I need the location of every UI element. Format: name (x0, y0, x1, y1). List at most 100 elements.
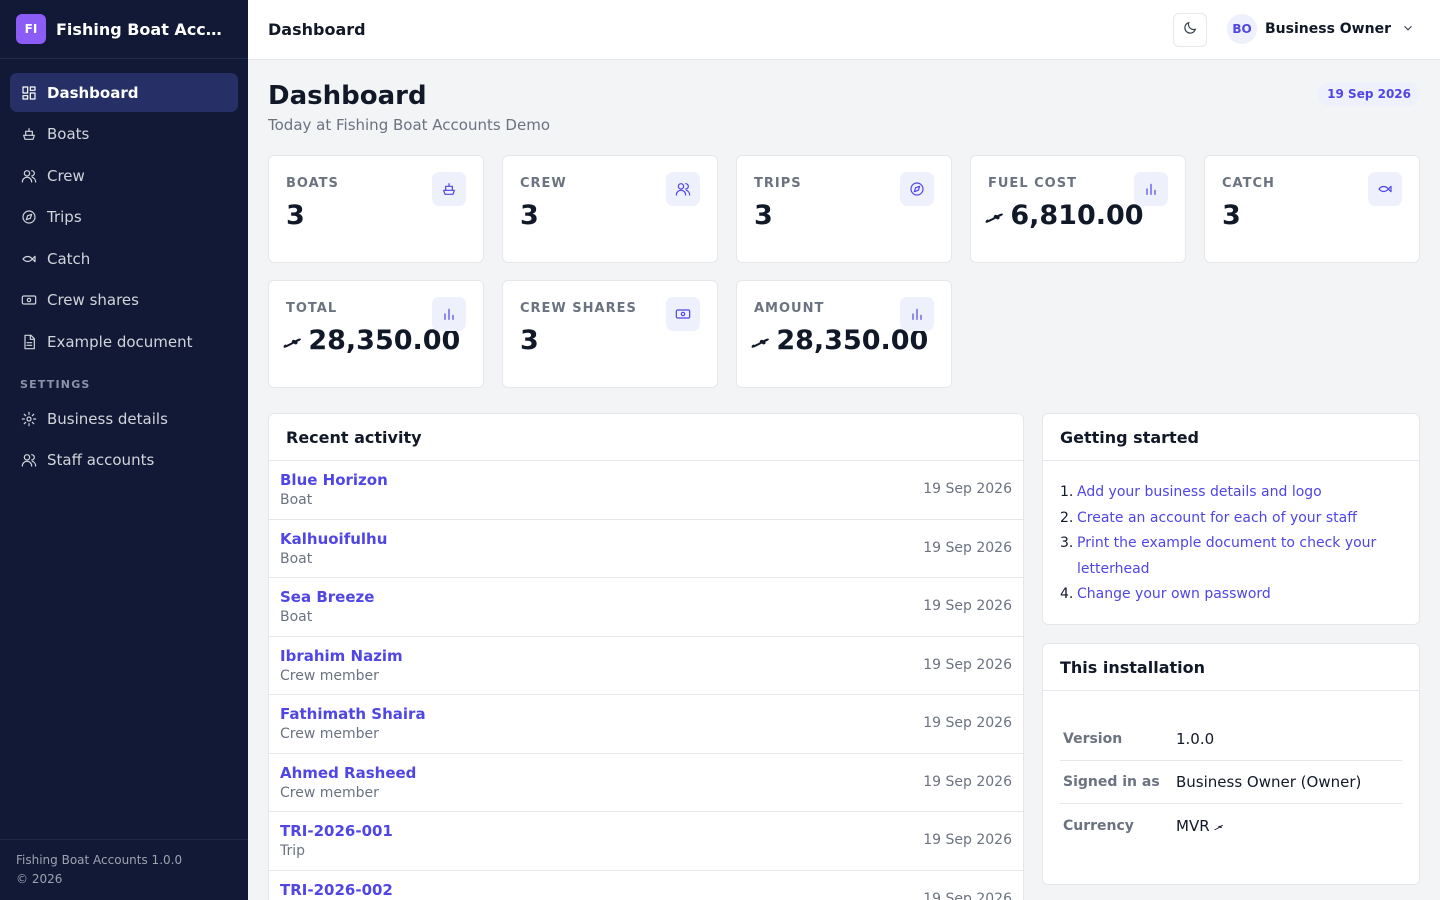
sidebar-item-label: Trips (47, 208, 82, 227)
activity-date: 19 Sep 2026 (923, 890, 1012, 900)
installation-value: 1.0.0 (1176, 730, 1215, 748)
activity-type: Crew member (280, 784, 379, 801)
sidebar-footer: Fishing Boat Accounts 1.0.0 © 2026 (0, 839, 248, 900)
gear-icon (20, 410, 37, 427)
users-icon (20, 452, 37, 469)
sidebar-item-label: Crew (47, 166, 85, 185)
list-item: 1. Add your business details and logo (1060, 480, 1402, 506)
sidebar-item-label: Boats (47, 125, 90, 144)
sidebar-item-label: Dashboard (47, 83, 139, 102)
activity-date: 19 Sep 2026 (923, 539, 1012, 556)
step-link-staff-accounts[interactable]: Create an account for each of your staff (1077, 506, 1357, 532)
stat-value: 6,810.00 (1010, 200, 1144, 231)
sidebar-item-business-details[interactable]: Business details (10, 399, 238, 438)
panel-title: Getting started (1043, 414, 1419, 461)
chevron-down-icon (1401, 20, 1415, 39)
step-link-change-password[interactable]: Change your own password (1077, 582, 1271, 608)
stat-card-trips: TRIPS 3 (736, 155, 952, 263)
page-subtitle: Today at Fishing Boat Accounts Demo (268, 116, 551, 134)
sidebar-item-dashboard[interactable]: Dashboard (10, 73, 238, 112)
activity-date: 19 Sep 2026 (923, 773, 1012, 790)
currency-symbol: ރ (280, 327, 306, 355)
user-name: Business Owner (1265, 21, 1391, 37)
moon-icon (1182, 20, 1198, 40)
fish-icon (20, 250, 37, 267)
activity-link[interactable]: Kalhuoifulhu (280, 530, 387, 548)
installation-value: Business Owner (Owner) (1176, 773, 1362, 791)
compass-icon (20, 209, 37, 226)
installation-table: Version 1.0.0 Signed in as Business Owne… (1043, 691, 1419, 847)
sidebar-item-staff-accounts[interactable]: Staff accounts (10, 441, 238, 480)
activity-type: Crew member (280, 726, 379, 742)
table-row: Signed in as Business Owner (Owner) (1060, 761, 1402, 804)
document-icon (20, 334, 37, 351)
activity-date: 19 Sep 2026 (923, 598, 1012, 614)
activity-row: Fathimath Shaira Crew member 19 Sep 2026 (269, 695, 1023, 754)
brand-name: Fishing Boat Accounts Demo (56, 19, 228, 39)
activity-type: Boat (280, 609, 313, 625)
stat-card-crew-shares: CREW SHARES 3 (502, 280, 718, 388)
installation-key: Version (1063, 731, 1123, 747)
stat-card-catch: CATCH 3 (1204, 155, 1420, 263)
panel-title: This installation (1043, 644, 1419, 691)
activity-link[interactable]: Fathimath Shaira (280, 705, 426, 723)
sidebar-item-crew-shares[interactable]: Crew shares (10, 281, 238, 320)
footer-version: Fishing Boat Accounts 1.0.0 (16, 853, 183, 867)
bar-chart-icon (432, 297, 466, 331)
user-menu[interactable]: BO Business Owner (1227, 14, 1415, 44)
list-item: 3. Print the example document to check yo… (1060, 531, 1402, 582)
page-title: Dashboard (268, 81, 427, 111)
step-link-business-details[interactable]: Add your business details and logo (1077, 480, 1322, 506)
activity-link[interactable]: Ahmed Rasheed (280, 764, 416, 782)
activity-link[interactable]: Ibrahim Nazim (280, 647, 403, 665)
installation-key: Currency (1063, 817, 1134, 834)
sidebar-item-catch[interactable]: Catch (10, 239, 238, 278)
installation-panel: This installation Version 1.0.0 Signed i… (1042, 643, 1420, 885)
activity-link[interactable]: Blue Horizon (280, 471, 388, 489)
banknote-icon (666, 297, 700, 331)
list-item: 4. Change your own password (1060, 582, 1402, 608)
stat-card-amount: AMOUNT ރ 28,350.00 (736, 280, 952, 388)
activity-row: TRI-2026-001 Trip 19 Sep 2026 (269, 812, 1023, 871)
topbar-title: Dashboard (268, 20, 366, 39)
sidebar: FI Fishing Boat Accounts Demo Dashboard … (0, 0, 248, 900)
boat-icon (20, 126, 37, 143)
stat-card-fuel-cost: FUEL COST ރ 6,810.00 (970, 155, 1186, 263)
theme-toggle-button[interactable] (1173, 13, 1207, 47)
activity-type: Boat (280, 492, 313, 508)
settings-heading: SETTINGS (20, 378, 91, 392)
compass-icon (900, 172, 934, 206)
users-icon (20, 167, 37, 184)
table-row: Version 1.0.0 (1060, 718, 1402, 761)
activity-date: 19 Sep 2026 (923, 656, 1012, 673)
currency-symbol: ރ (982, 202, 1008, 230)
sidebar-item-label: Example document (47, 333, 193, 352)
topbar: Dashboard BO Business Owner (248, 0, 1440, 60)
date-badge: 19 Sep 2026 (1318, 82, 1420, 106)
avatar: BO (1227, 14, 1257, 44)
activity-link[interactable]: Sea Breeze (280, 588, 374, 606)
step-link-example-document[interactable]: Print the example document to check your… (1077, 531, 1402, 582)
installation-value: MVR ރ (1176, 816, 1224, 835)
sidebar-item-label: Staff accounts (47, 451, 155, 470)
activity-link[interactable]: TRI-2026-002 (280, 881, 393, 899)
activity-row: Sea Breeze Boat 19 Sep 2026 (269, 578, 1023, 637)
sidebar-item-boats[interactable]: Boats (10, 115, 238, 154)
sidebar-item-label: Catch (47, 249, 91, 268)
sidebar-item-crew[interactable]: Crew (10, 156, 238, 195)
activity-row: Kalhuoifulhu Boat 19 Sep 2026 (269, 520, 1023, 578)
sidebar-item-label: Business details (47, 409, 168, 428)
footer-copyright: © 2026 (16, 872, 63, 886)
currency-symbol: ރ (748, 327, 774, 355)
sidebar-item-trips[interactable]: Trips (10, 198, 238, 237)
bar-chart-icon (900, 297, 934, 331)
activity-link[interactable]: TRI-2026-001 (280, 822, 393, 840)
panel-title: Recent activity (269, 414, 1023, 461)
bar-chart-icon (1134, 172, 1168, 206)
stat-card-total: TOTAL ރ 28,350.00 (268, 280, 484, 388)
list-item: 2. Create an account for each of your sta… (1060, 506, 1402, 532)
recent-activity-panel: Recent activity Blue Horizon Boat 19 Sep… (268, 413, 1024, 900)
activity-type: Trip (280, 843, 306, 859)
sidebar-item-example-document[interactable]: Example document (10, 323, 238, 362)
brand[interactable]: FI Fishing Boat Accounts Demo (0, 0, 248, 59)
